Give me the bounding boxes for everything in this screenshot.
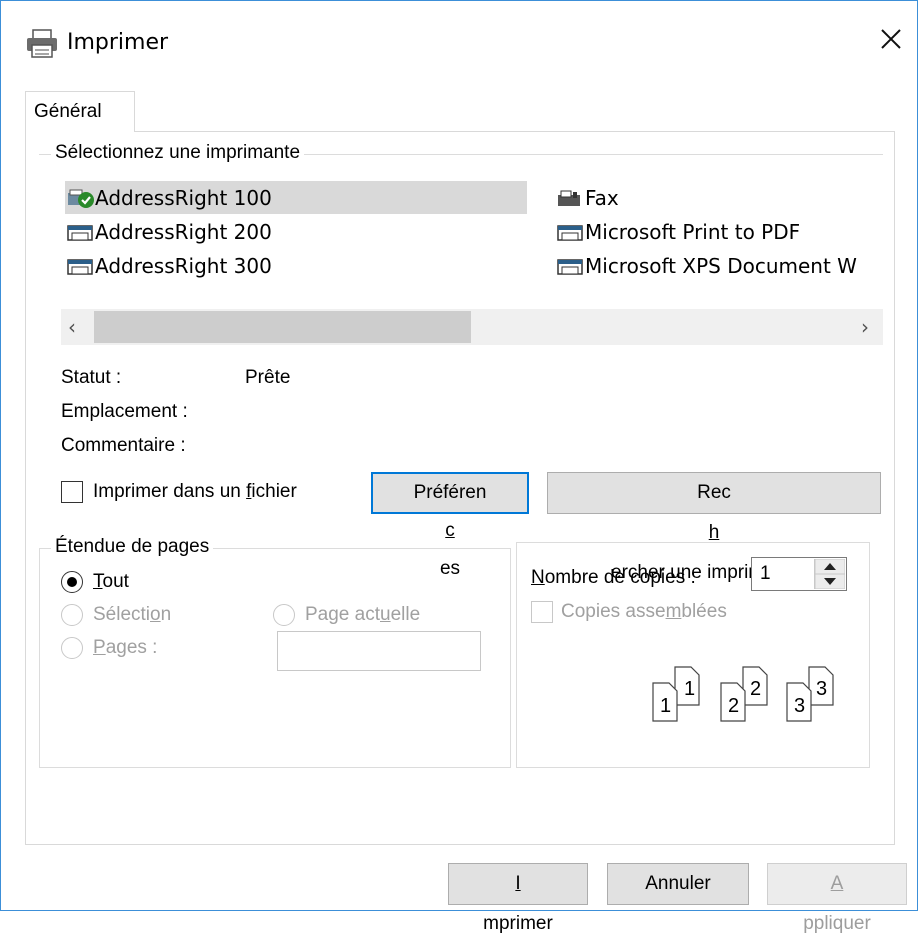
collate-page-number: 1 (684, 678, 696, 700)
range-current-page-radio[interactable] (273, 604, 295, 626)
printer-icon (557, 259, 583, 275)
collate-illustration-icon: 1 1 2 2 3 3 (651, 665, 851, 729)
print-button[interactable]: Imprimer (448, 863, 588, 934)
printer-default-icon (68, 189, 94, 208)
copies-value: 1 (760, 563, 771, 584)
status-value: Prête (245, 367, 291, 388)
collate-page-number: 2 (728, 695, 740, 717)
printer-item[interactable]: AddressRight 200 (67, 216, 527, 248)
collate-page-number: 3 (794, 695, 806, 717)
fax-icon (558, 190, 580, 206)
status-label: Statut : (61, 367, 122, 388)
range-selection-label[interactable]: Sélection (93, 604, 171, 626)
scroll-left-icon[interactable]: ‹ (68, 315, 76, 339)
collate-page-number: 2 (750, 678, 762, 700)
tab-label: Général (34, 101, 102, 122)
collate-label[interactable]: Copies assemblées (561, 601, 727, 623)
printer-item[interactable]: AddressRight 300 (67, 250, 527, 282)
printer-list-scrollbar[interactable]: ‹ › (61, 309, 883, 345)
title-bar: Imprimer (1, 1, 917, 85)
copies-spin-buttons[interactable] (814, 558, 846, 590)
cancel-button[interactable]: Annuler (607, 863, 749, 905)
printer-icon (25, 29, 59, 65)
page-range-legend: Étendue de pages (51, 536, 214, 558)
printer-item[interactable]: AddressRight 100 (67, 182, 527, 214)
collate-page-number: 3 (816, 678, 828, 700)
preferences-button[interactable]: Préféren c es (371, 472, 529, 579)
range-current-page-label[interactable]: Page actuelle (305, 604, 420, 626)
range-all-radio[interactable] (61, 571, 83, 593)
printer-name: Fax (585, 186, 619, 210)
print-to-file-label[interactable]: Imprimer dans un fichier (93, 481, 297, 503)
range-selection-radio[interactable] (61, 604, 83, 626)
printer-icon (67, 225, 93, 241)
printer-name: AddressRight 200 (95, 220, 272, 244)
close-icon[interactable] (873, 21, 909, 57)
find-printer-button[interactable]: Rec h ercher une imprimante... (547, 472, 881, 583)
scroll-right-icon[interactable]: › (861, 315, 869, 339)
location-label: Emplacement : (61, 401, 188, 422)
scrollbar-thumb[interactable] (94, 311, 471, 343)
copies-count-label: Nombre de copies : (531, 567, 696, 588)
copies-spinner[interactable]: 1 (751, 557, 847, 591)
printer-icon (67, 259, 93, 275)
window-title: Imprimer (67, 30, 169, 55)
range-pages-radio[interactable] (61, 637, 83, 659)
tab-general[interactable]: Général (25, 91, 135, 132)
printer-name: AddressRight 300 (95, 254, 272, 278)
print-dialog: Imprimer Général Sélectionnez une imprim… (0, 0, 918, 934)
range-pages-label[interactable]: Pages : (93, 637, 157, 659)
printer-item[interactable]: Microsoft Print to PDF (557, 216, 879, 248)
range-all-label[interactable]: Tout (93, 571, 129, 593)
apply-button[interactable]: Appliquer (767, 863, 907, 934)
collate-page-number: 1 (660, 695, 672, 717)
comment-label: Commentaire : (61, 435, 186, 456)
printer-name: AddressRight 100 (95, 186, 272, 210)
printer-name: Microsoft Print to PDF (585, 220, 801, 244)
printer-group-legend: Sélectionnez une imprimante (51, 142, 305, 164)
printer-icon (557, 225, 583, 241)
printer-item[interactable]: Microsoft XPS Document W (557, 250, 879, 282)
pages-input[interactable] (277, 631, 481, 671)
printer-name: Microsoft XPS Document W (585, 254, 857, 278)
print-to-file-checkbox[interactable] (61, 481, 83, 503)
printer-item[interactable]: Fax (557, 182, 879, 214)
collate-checkbox[interactable] (531, 601, 553, 623)
